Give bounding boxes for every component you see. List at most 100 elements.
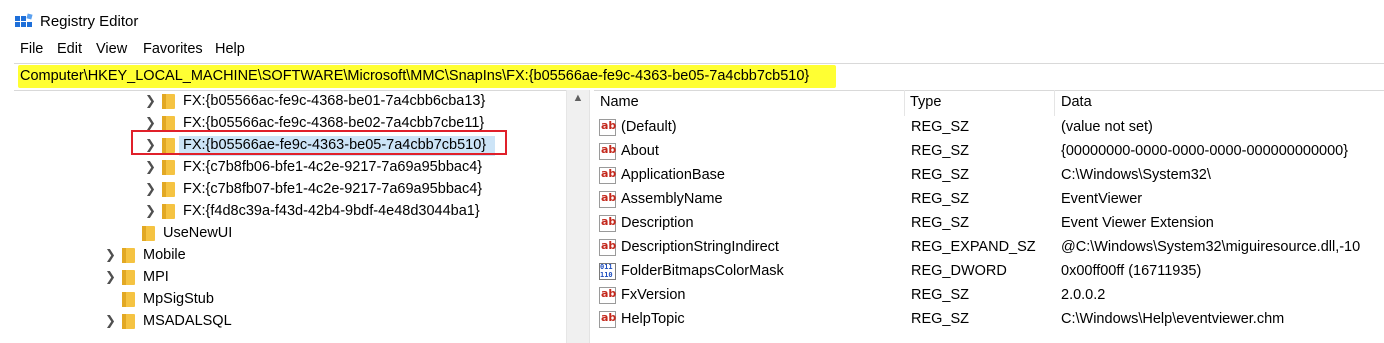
value-row[interactable]: ab (Default) REG_SZ (value not set) <box>594 116 1384 140</box>
scroll-up-arrow-icon[interactable]: ▲ <box>572 92 584 104</box>
tree-item[interactable]: ❯ MSADALSQL <box>0 311 566 333</box>
menu-help[interactable]: Help <box>215 41 245 57</box>
folder-icon <box>122 248 135 263</box>
value-type: REG_SZ <box>911 191 970 207</box>
value-row[interactable]: ab AssemblyName REG_SZ EventViewer <box>594 188 1384 212</box>
selection-annotation-box <box>131 130 507 155</box>
tree-item-label: UseNewUI <box>163 225 233 241</box>
menu-bar: File Edit View Favorites Help <box>0 40 1384 60</box>
value-row[interactable]: ab HelpTopic REG_SZ C:\Windows\Help\even… <box>594 308 1384 332</box>
value-data: EventViewer <box>1061 191 1143 207</box>
address-bar[interactable]: Computer\HKEY_LOCAL_MACHINE\SOFTWARE\Mic… <box>14 63 1384 91</box>
title-bar: Registry Editor <box>0 0 1384 40</box>
value-type: REG_SZ <box>911 215 970 231</box>
column-separator[interactable] <box>904 90 905 116</box>
value-type: REG_EXPAND_SZ <box>911 239 1036 255</box>
values-list[interactable]: Name Type Data ab (Default) REG_SZ (valu… <box>594 90 1384 343</box>
tree-item-label: MSADALSQL <box>143 313 232 329</box>
value-row[interactable]: 011 110 FolderBitmapsColorMask REG_DWORD… <box>594 260 1384 284</box>
address-path[interactable]: Computer\HKEY_LOCAL_MACHINE\SOFTWARE\Mic… <box>20 68 809 84</box>
menu-view[interactable]: View <box>96 41 127 57</box>
string-value-icon: ab <box>599 119 616 136</box>
menu-favorites[interactable]: Favorites <box>143 41 203 57</box>
chevron-right-icon[interactable]: ❯ <box>145 204 156 218</box>
tree-item[interactable]: ❯ FX:{c7b8fb06-bfe1-4c2e-9217-7a69a95bba… <box>0 157 566 179</box>
window-title: Registry Editor <box>40 13 139 30</box>
tree-item[interactable]: ❯ FX:{b05566ac-fe9c-4368-be01-7a4cbb6cba… <box>0 91 566 113</box>
tree-item-label: FX:{b05566ac-fe9c-4368-be02-7a4cbb7cbe11… <box>183 115 485 131</box>
value-name: FxVersion <box>621 287 686 303</box>
value-name: DescriptionStringIndirect <box>621 239 779 255</box>
string-value-icon: ab <box>599 311 616 328</box>
value-name: Description <box>621 215 694 231</box>
value-name: ApplicationBase <box>621 167 725 183</box>
menu-file[interactable]: File <box>20 41 43 57</box>
folder-icon <box>162 204 175 219</box>
value-type: REG_SZ <box>911 311 970 327</box>
value-name: About <box>621 143 659 159</box>
string-value-icon: ab <box>599 215 616 232</box>
tree-item-label: Mobile <box>143 247 186 263</box>
tree-item[interactable]: ❯ MPI <box>0 267 566 289</box>
string-value-icon: ab <box>599 191 616 208</box>
tree-item[interactable]: ❯ FX:{f4d8c39a-f43d-42b4-9bdf-4e48d3044b… <box>0 201 566 223</box>
value-data: @C:\Windows\System32\miguiresource.dll,-… <box>1061 239 1361 255</box>
column-header-type[interactable]: Type <box>910 94 941 110</box>
value-data: {00000000-0000-0000-0000-000000000000} <box>1061 143 1349 159</box>
value-type: REG_SZ <box>911 119 970 135</box>
tree-item[interactable]: UseNewUI <box>0 223 566 245</box>
chevron-right-icon[interactable]: ❯ <box>145 116 156 130</box>
folder-icon <box>122 270 135 285</box>
value-type: REG_SZ <box>911 167 970 183</box>
column-header-data[interactable]: Data <box>1061 94 1092 110</box>
registry-editor-icon <box>15 13 33 27</box>
chevron-right-icon[interactable]: ❯ <box>105 270 116 284</box>
chevron-right-icon[interactable]: ❯ <box>145 94 156 108</box>
string-value-icon: ab <box>599 287 616 304</box>
value-type: REG_SZ <box>911 287 970 303</box>
chevron-right-icon[interactable]: ❯ <box>145 182 156 196</box>
value-row[interactable]: ab Description REG_SZ Event Viewer Exten… <box>594 212 1384 236</box>
value-data: C:\Windows\System32\ <box>1061 167 1211 183</box>
value-row[interactable]: ab FxVersion REG_SZ 2.0.0.2 <box>594 284 1384 308</box>
folder-icon <box>162 182 175 197</box>
value-row[interactable]: ab About REG_SZ {00000000-0000-0000-0000… <box>594 140 1384 164</box>
folder-icon <box>142 226 155 241</box>
tree-item-label: FX:{c7b8fb07-bfe1-4c2e-9217-7a69a95bbac4… <box>183 181 483 197</box>
string-value-icon: ab <box>599 167 616 184</box>
tree-item[interactable]: ❯ Mobile <box>0 245 566 267</box>
column-separator[interactable] <box>1054 90 1055 116</box>
value-type: REG_DWORD <box>911 263 1007 279</box>
tree-item-label: MpSigStub <box>143 291 214 307</box>
folder-icon <box>162 94 175 109</box>
tree-item[interactable]: ❯ FX:{c7b8fb07-bfe1-4c2e-9217-7a69a95bba… <box>0 179 566 201</box>
chevron-right-icon[interactable]: ❯ <box>105 314 116 328</box>
value-type: REG_SZ <box>911 143 970 159</box>
value-name: FolderBitmapsColorMask <box>621 263 784 279</box>
value-name: (Default) <box>621 119 677 135</box>
value-name: HelpTopic <box>621 311 685 327</box>
chevron-right-icon[interactable]: ❯ <box>105 248 116 262</box>
key-tree[interactable]: ❯ FX:{b05566ac-fe9c-4368-be01-7a4cbb6cba… <box>0 90 589 343</box>
string-value-icon: ab <box>599 143 616 160</box>
value-row[interactable]: ab DescriptionStringIndirect REG_EXPAND_… <box>594 236 1384 260</box>
tree-item-label: FX:{f4d8c39a-f43d-42b4-9bdf-4e48d3044ba1… <box>183 203 480 219</box>
tree-item-label: FX:{c7b8fb06-bfe1-4c2e-9217-7a69a95bbac4… <box>183 159 483 175</box>
folder-icon <box>122 292 135 307</box>
tree-item-label: MPI <box>143 269 169 285</box>
value-name: AssemblyName <box>621 191 723 207</box>
folder-icon <box>162 116 175 131</box>
tree-scrollbar[interactable]: ▲ <box>566 90 589 343</box>
tree-item-label: FX:{b05566ac-fe9c-4368-be01-7a4cbb6cba13… <box>183 93 486 109</box>
folder-icon <box>122 314 135 329</box>
tree-item[interactable]: MpSigStub <box>0 289 566 311</box>
value-row[interactable]: ab ApplicationBase REG_SZ C:\Windows\Sys… <box>594 164 1384 188</box>
value-data: Event Viewer Extension <box>1061 215 1214 231</box>
value-data: C:\Windows\Help\eventviewer.chm <box>1061 311 1285 327</box>
value-data: 2.0.0.2 <box>1061 287 1106 303</box>
column-header-name[interactable]: Name <box>600 94 639 110</box>
chevron-right-icon[interactable]: ❯ <box>145 160 156 174</box>
menu-edit[interactable]: Edit <box>57 41 82 57</box>
value-data: (value not set) <box>1061 119 1153 135</box>
binary-value-icon: 011 110 <box>599 263 616 280</box>
